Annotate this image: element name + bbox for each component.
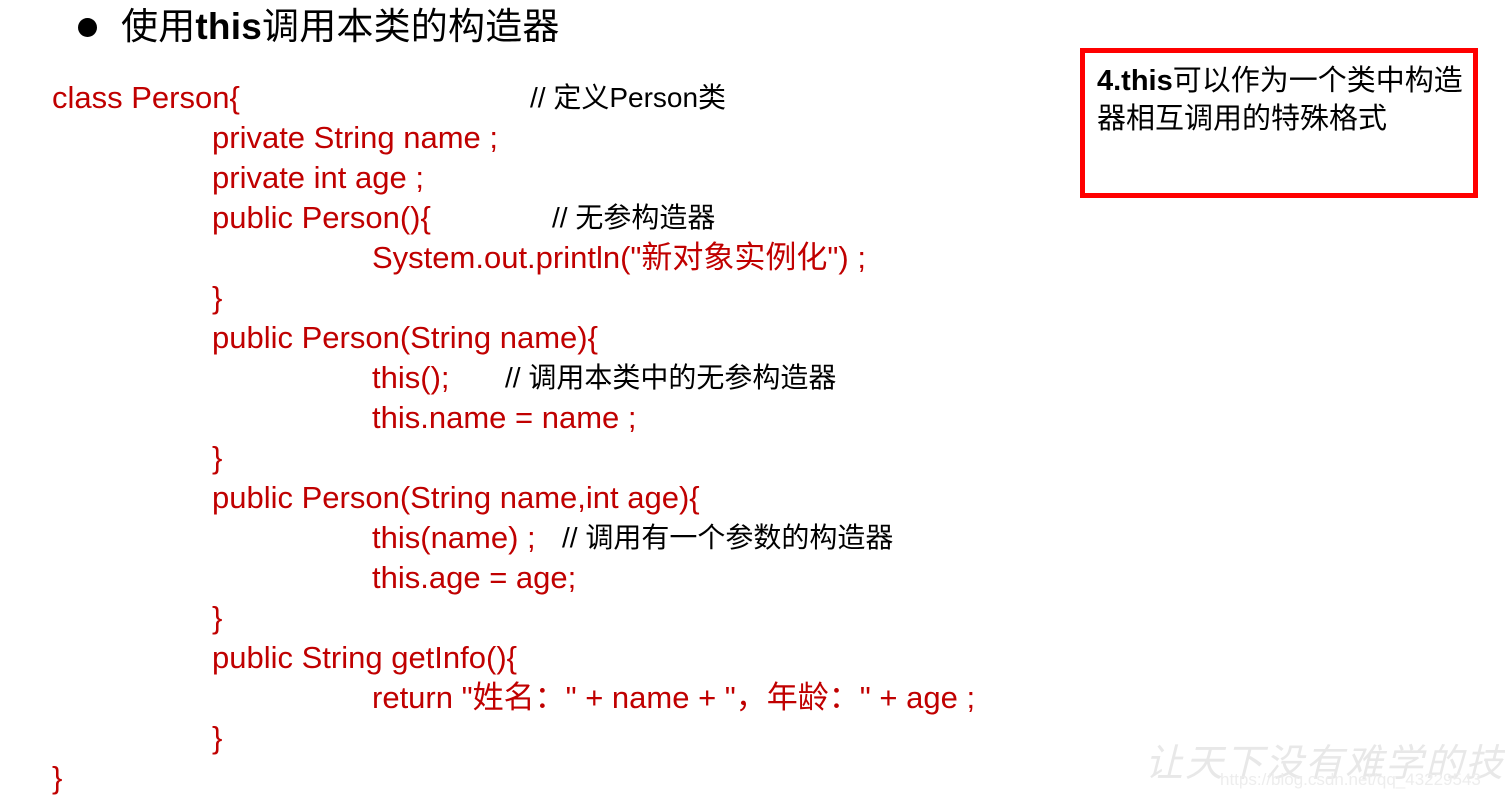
code-text: } [212,280,223,315]
watermark: 让天下没有难学的技术 https://blog.csdn.net/qq_4322… [1145,741,1505,802]
callout-keyword: 4.this [1097,65,1173,97]
code-text: this.name = name ; [372,400,637,435]
code-line: } [0,278,1060,318]
code-text: public String getInfo(){ [212,640,518,675]
code-comment: // 定义Person类 [530,82,727,113]
watermark-brand: 让天下没有难学的技术 [1145,741,1505,785]
title-suffix: 调用本类的构造器 [262,6,560,47]
code-line: public Person(String name){ [0,318,1060,358]
code-line: System.out.println("新对象实例化") ; [0,238,1060,278]
code-line: class Person{ // 定义Person类 [0,78,1060,118]
slide-title: 使用this调用本类的构造器 [78,4,560,50]
code-comment: // 调用有一个参数的构造器 [562,522,894,553]
code-comment: // 调用本类中的无参构造器 [505,362,837,393]
code-text: public Person(String name){ [212,320,598,355]
code-text: } [212,440,223,475]
bullet-dot-icon [78,17,97,37]
code-line: this(name) ; // 调用有一个参数的构造器 [0,518,1060,558]
callout-box: 4.this可以作为一个类中构造器相互调用的特殊格式 [1080,48,1478,198]
code-line: private String name ; [0,118,1060,158]
code-line: } [0,718,1060,758]
code-line: private int age ; [0,158,1060,198]
code-line: public String getInfo(){ [0,638,1060,678]
code-text: class Person{ [52,80,240,115]
code-text: this(name) ; [372,520,536,555]
page-title: 使用this调用本类的构造器 [121,4,560,50]
title-prefix: 使用 [121,6,196,47]
code-text: public Person(){ [212,200,431,235]
code-text: this(); [372,360,450,395]
code-line: } [0,598,1060,638]
code-text: System.out.println("新对象实例化") ; [372,240,866,275]
code-text: } [212,600,223,635]
callout-text: 4.this可以作为一个类中构造器相互调用的特殊格式 [1085,53,1473,138]
code-text: this.age = age; [372,560,577,595]
code-line: public Person(){ // 无参构造器 [0,198,1060,238]
code-line: this(); // 调用本类中的无参构造器 [0,358,1060,398]
code-block: class Person{ // 定义Person类 private String … [0,78,1060,798]
code-text: private int age ; [212,160,424,195]
title-keyword: this [195,6,262,47]
code-text: } [212,720,223,755]
code-line: this.age = age; [0,558,1060,598]
code-comment: // 无参构造器 [552,202,716,233]
code-line: } [0,438,1060,478]
code-text: private String name ; [212,120,499,155]
code-text: return "姓名：" + name + "，年龄：" + age ; [372,680,976,715]
code-line: this.name = name ; [0,398,1060,438]
code-text: } [52,760,63,795]
code-text: public Person(String name,int age){ [212,480,700,515]
code-line: return "姓名：" + name + "，年龄：" + age ; [0,678,1060,718]
code-line: } [0,758,1060,798]
code-line: public Person(String name,int age){ [0,478,1060,518]
watermark-url: https://blog.csdn.net/qq_43229543 [1220,770,1481,789]
